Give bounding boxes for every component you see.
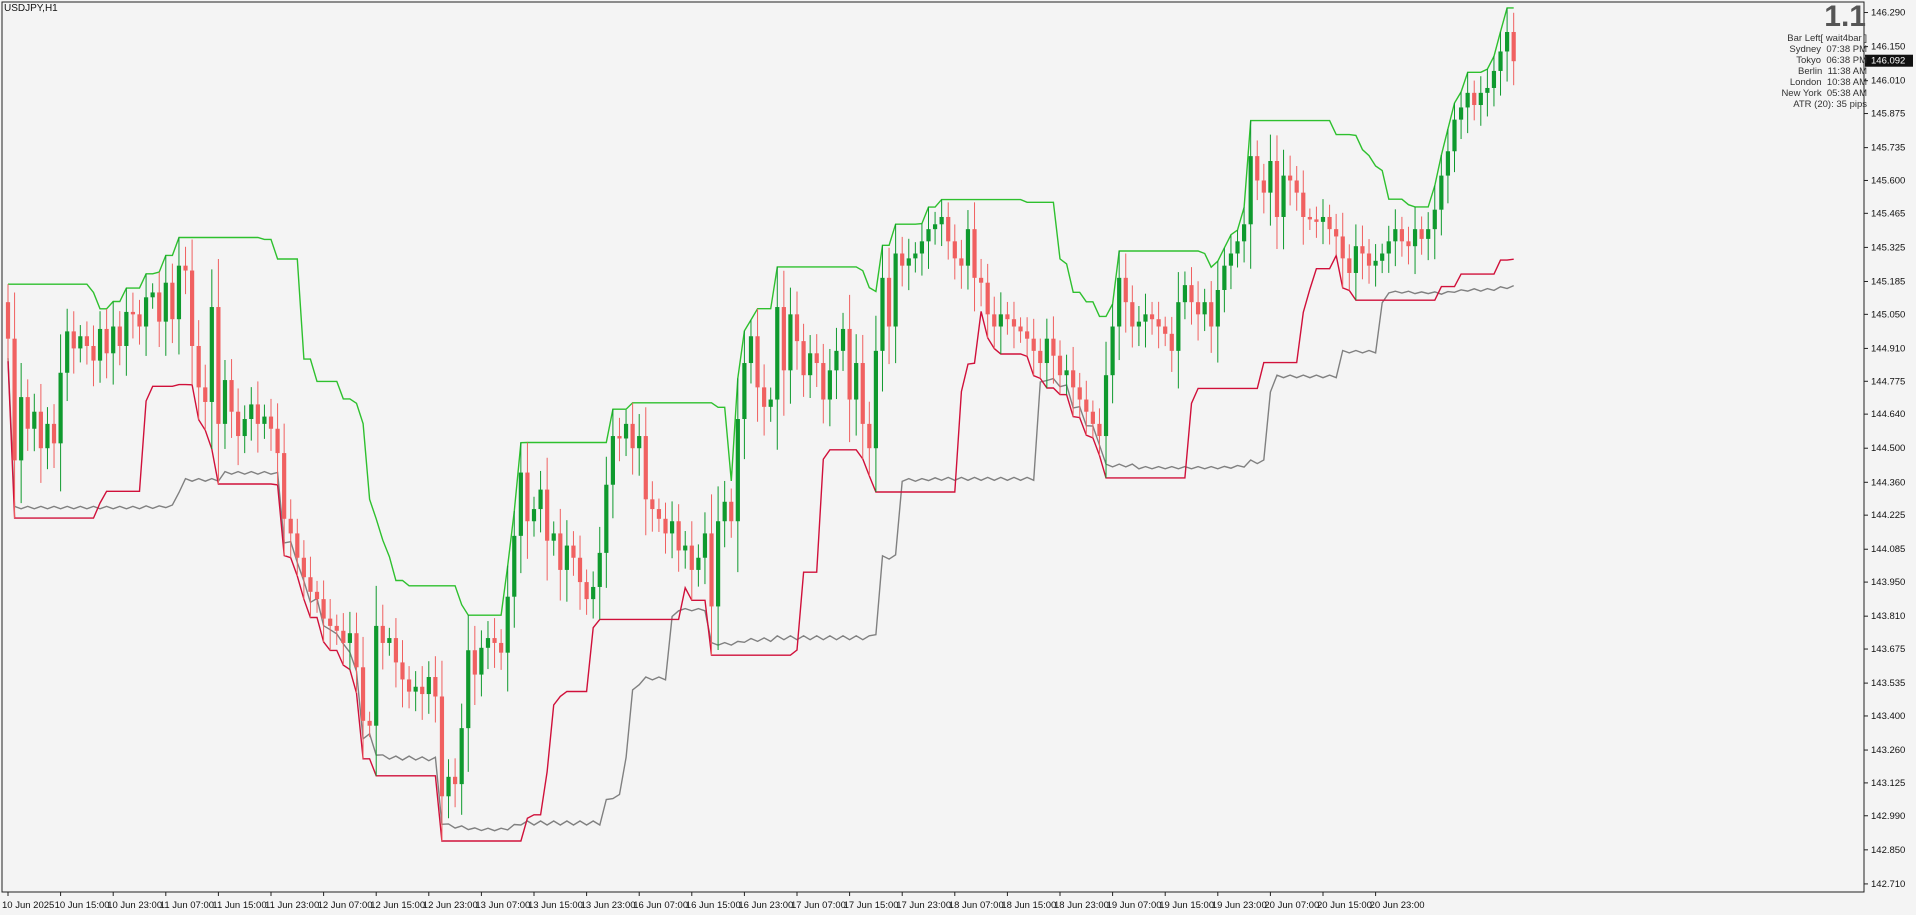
price-tick-label: 145.325 (1871, 242, 1905, 253)
price-tick-label: 143.125 (1871, 778, 1905, 789)
price-tick-label: 145.185 (1871, 276, 1905, 287)
time-tick-label: 18 Jun 23:00 (1054, 900, 1109, 911)
price-tick-label: 144.360 (1871, 477, 1905, 488)
time-tick-label: 16 Jun 15:00 (686, 900, 741, 911)
time-axis: 10 Jun 2025 10 Jun 15:0010 Jun 23:0011 Ju… (2, 892, 1425, 911)
bar-left-label: Bar Left[ wait4bar ] (1787, 33, 1867, 44)
time-tick-label: 11 Jun 23:00 (265, 900, 319, 911)
version-label: 1.1 (1824, 0, 1866, 33)
time-tick-label: 12 Jun 15:00 (370, 900, 425, 911)
price-tick-label: 146.290 (1871, 8, 1905, 19)
current-price-marker: 146.092 (1865, 54, 1913, 67)
price-tick-label: 145.875 (1871, 109, 1905, 120)
price-axis: 146.290 146.150 146.010 145.875 145.735 145.6… (1864, 8, 1905, 890)
time-tick-label: 11 Jun 07:00 (160, 900, 214, 911)
time-tick-label: 10 Jun 15:00 (55, 900, 110, 911)
price-tick-label: 144.085 (1871, 544, 1905, 555)
price-tick-label: 146.010 (1871, 76, 1905, 87)
session-sydney: Sydney 07:38 PM (1789, 44, 1867, 55)
time-tick-label: 11 Jun 15:00 (212, 900, 266, 911)
time-tick-label: 10 Jun 2025 (2, 900, 54, 911)
price-tick-label: 145.735 (1871, 143, 1905, 154)
time-tick-label: 18 Jun 07:00 (949, 900, 1004, 911)
price-tick-label: 143.950 (1871, 577, 1905, 588)
time-tick-label: 17 Jun 15:00 (844, 900, 899, 911)
price-tick-label: 144.640 (1871, 409, 1905, 420)
price-chart[interactable]: 146.290 146.150 146.010 145.875 145.735 145.6… (0, 0, 1916, 915)
price-tick-label: 143.810 (1871, 611, 1905, 622)
time-tick-label: 19 Jun 07:00 (1107, 900, 1162, 911)
time-tick-label: 17 Jun 07:00 (791, 900, 846, 911)
session-tokyo: Tokyo 06:38 PM (1796, 55, 1867, 66)
time-tick-label: 19 Jun 15:00 (1159, 900, 1214, 911)
time-tick-label: 12 Jun 23:00 (423, 900, 478, 911)
time-tick-label: 20 Jun 15:00 (1317, 900, 1372, 911)
price-tick-label: 144.225 (1871, 510, 1905, 521)
time-tick-label: 18 Jun 15:00 (1001, 900, 1056, 911)
time-tick-label: 10 Jun 23:00 (107, 900, 162, 911)
price-tick-label: 142.710 (1871, 879, 1905, 890)
info-panel: Bar Left[ wait4bar ] Sydney 07:38 PM Tok… (1781, 33, 1867, 110)
session-newyork: New York 05:38 AM (1781, 88, 1867, 99)
time-tick-label: 19 Jun 23:00 (1212, 900, 1267, 911)
price-tick-label: 143.400 (1871, 711, 1905, 722)
session-london: London 10:38 AM (1789, 77, 1867, 88)
price-tick-label: 146.150 (1871, 42, 1905, 53)
price-tick-label: 144.775 (1871, 376, 1905, 387)
time-tick-label: 13 Jun 07:00 (475, 900, 530, 911)
session-berlin: Berlin 11:38 AM (1797, 66, 1867, 77)
price-tick-label: 145.465 (1871, 208, 1905, 219)
time-tick-label: 12 Jun 07:00 (318, 900, 373, 911)
price-tick-label: 144.910 (1871, 343, 1905, 354)
price-tick-label: 145.050 (1871, 309, 1905, 320)
current-price-label: 146.092 (1871, 56, 1905, 67)
time-tick-label: 13 Jun 15:00 (528, 900, 583, 911)
price-tick-label: 144.500 (1871, 443, 1905, 454)
price-tick-label: 145.600 (1871, 175, 1905, 186)
time-tick-label: 13 Jun 23:00 (581, 900, 636, 911)
time-tick-label: 16 Jun 07:00 (633, 900, 688, 911)
time-tick-label: 20 Jun 07:00 (1264, 900, 1319, 911)
chart-plot-area (1, 1, 1865, 893)
price-tick-label: 142.990 (1871, 811, 1905, 822)
price-tick-label: 143.535 (1871, 678, 1905, 689)
time-tick-label: 20 Jun 23:00 (1370, 900, 1425, 911)
atr-label: ATR (20): 35 pips (1793, 99, 1867, 110)
time-tick-label: 16 Jun 23:00 (738, 900, 793, 911)
price-tick-label: 143.260 (1871, 745, 1905, 756)
symbol-label: USDJPY,H1 (4, 3, 58, 14)
time-tick-label: 17 Jun 23:00 (896, 900, 951, 911)
price-tick-label: 142.850 (1871, 845, 1905, 856)
price-tick-label: 143.675 (1871, 644, 1905, 655)
